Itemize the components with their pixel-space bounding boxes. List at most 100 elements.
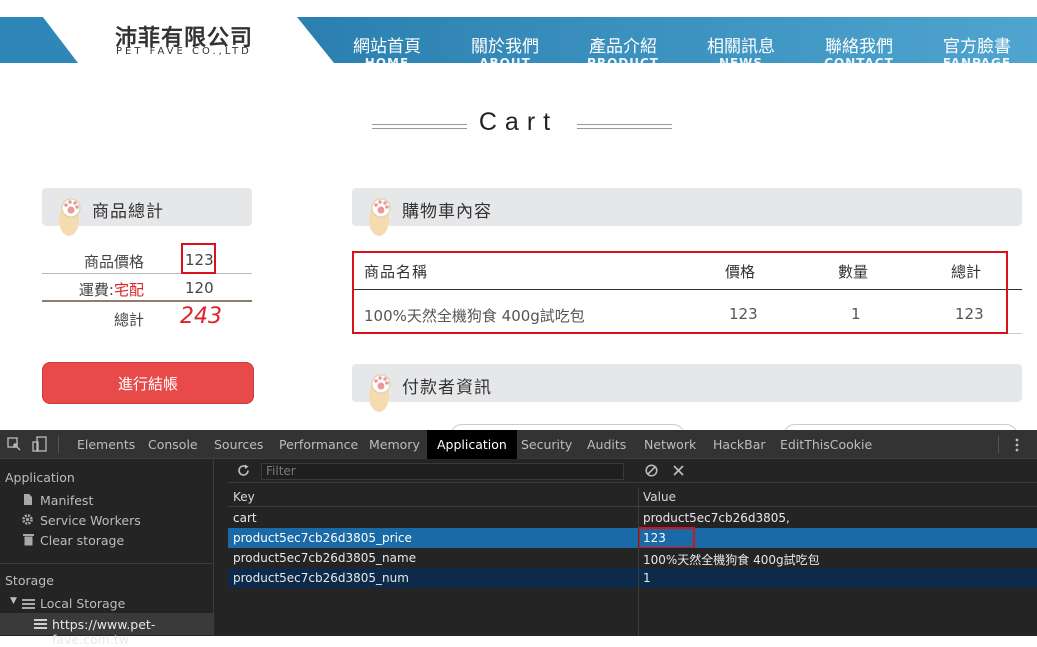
- value-header[interactable]: Value: [643, 490, 676, 504]
- delete-icon[interactable]: [673, 465, 684, 476]
- nav-about[interactable]: 關於我們 ABOUT: [455, 37, 555, 70]
- sidebar-item-clear-storage[interactable]: Clear storage: [40, 533, 124, 548]
- highlight-box-price: [181, 243, 216, 274]
- row-key: product5ec7cb26d3805_name: [233, 551, 417, 565]
- row-key: product5ec7cb26d3805_price: [233, 531, 412, 545]
- sidebar-heading-storage: Storage: [5, 573, 54, 588]
- table-row[interactable]: product5ec7cb26d3805_num 1: [228, 568, 1037, 588]
- tab-separator: [58, 436, 59, 453]
- shipping-method: 宅配: [113, 281, 144, 299]
- total-label: 總計: [113, 311, 144, 329]
- table-row[interactable]: cart product5ec7cb26d3805,: [228, 508, 1037, 528]
- paw-icon: [369, 198, 391, 236]
- nav-fanpage[interactable]: 官方臉書 FANPAGE: [927, 37, 1027, 70]
- page-title-text: Cart: [478, 108, 559, 136]
- storage-grid-icon: [22, 599, 35, 609]
- cart-heading: 購物車內容: [352, 188, 1022, 236]
- shipping-label: 運費:宅配: [79, 279, 144, 300]
- expand-triangle-icon[interactable]: ▼: [10, 596, 17, 606]
- sidebar-heading-application: Application: [5, 470, 75, 485]
- summary-shipping-row: 運費:宅配 120: [42, 274, 252, 302]
- main-nav: 網站首頁 HOME 關於我們 ABOUT 產品介紹 PRODUCT 相關訊息 NEWS …: [297, 17, 1037, 63]
- tab-network[interactable]: Network: [644, 437, 696, 452]
- sidebar-divider: [0, 563, 213, 564]
- row-key: cart: [233, 511, 257, 525]
- tab-hackbar[interactable]: HackBar: [713, 437, 766, 452]
- row-value: 100%天然全機狗食 400g試吃包: [643, 553, 820, 567]
- inspect-icon[interactable]: [7, 437, 21, 451]
- title-line-right: [577, 124, 672, 129]
- storage-toolbar: Filter: [228, 459, 1037, 483]
- devtools-tabbar: Elements Console Sources Performance Mem…: [0, 430, 1037, 459]
- row-value: 1: [643, 571, 651, 585]
- nav-home[interactable]: 網站首頁 HOME: [337, 37, 437, 63]
- tab-application[interactable]: Application: [427, 430, 517, 459]
- nav-contact-cn: 聯絡我們: [825, 37, 893, 57]
- summary-price-row: 商品價格 123: [42, 246, 252, 274]
- tab-elements[interactable]: Elements: [77, 437, 135, 452]
- cart-heading-text: 購物車內容: [402, 202, 492, 222]
- summary-total-row: 總計 243: [42, 304, 252, 332]
- sidebar-item-manifest[interactable]: Manifest: [40, 493, 93, 508]
- tab-separator: [998, 436, 999, 453]
- shipping-value: 120: [185, 279, 214, 297]
- devtools-panel: Elements Console Sources Performance Mem…: [0, 430, 1037, 647]
- nav-product[interactable]: 產品介紹 PRODUCT: [573, 37, 673, 70]
- nav-news[interactable]: 相關訊息 NEWS: [691, 37, 791, 70]
- column-divider[interactable]: [638, 487, 639, 636]
- more-menu-icon[interactable]: [1012, 438, 1022, 452]
- payer-heading-text: 付款者資訊: [402, 378, 492, 398]
- site-header: 沛菲有限公司 PET FAVE CO.,LTD 網站首頁 HOME 關於我們 ABO…: [0, 0, 1037, 63]
- payer-heading: 付款者資訊: [352, 364, 1022, 412]
- refresh-icon[interactable]: [237, 464, 250, 477]
- tab-performance[interactable]: Performance: [279, 437, 358, 452]
- header-decoration: [0, 17, 78, 63]
- tab-editthiscookie[interactable]: EditThisCookie: [780, 437, 872, 452]
- paw-icon: [369, 374, 391, 412]
- table-row[interactable]: product5ec7cb26d3805_name 100%天然全機狗食 400…: [228, 548, 1037, 568]
- highlight-box-storage-price: [638, 527, 695, 549]
- shipping-label-text: 運費:: [78, 281, 114, 299]
- nav-product-cn: 產品介紹: [589, 37, 657, 57]
- total-value: 243: [180, 304, 222, 329]
- gear-icon: [22, 514, 33, 525]
- nav-about-cn: 關於我們: [471, 37, 539, 57]
- price-label: 商品價格: [83, 253, 144, 271]
- filter-input[interactable]: Filter: [261, 463, 624, 480]
- sidebar-item-local-storage[interactable]: Local Storage: [40, 596, 125, 611]
- tab-security[interactable]: Security: [521, 437, 572, 452]
- clear-all-icon[interactable]: [645, 464, 658, 477]
- tab-sources[interactable]: Sources: [214, 437, 263, 452]
- tab-console[interactable]: Console: [148, 437, 198, 452]
- nav-home-cn: 網站首頁: [353, 37, 421, 57]
- storage-table-header: Key Value: [228, 487, 1037, 507]
- nav-fanpage-cn: 官方臉書: [943, 37, 1011, 57]
- checkout-button[interactable]: 進行結帳: [42, 362, 254, 404]
- tab-audits[interactable]: Audits: [587, 437, 626, 452]
- device-toggle-icon[interactable]: [32, 436, 48, 452]
- summary-heading: 商品總計: [42, 188, 252, 236]
- logo-english[interactable]: PET FAVE CO.,LTD: [116, 46, 252, 57]
- table-row-selected[interactable]: product5ec7cb26d3805_price 123: [228, 528, 1037, 548]
- nav-contact[interactable]: 聯絡我們 CONTACT: [809, 37, 909, 70]
- row-value: product5ec7cb26d3805,: [643, 511, 790, 525]
- nav-product-en: PRODUCT: [587, 56, 659, 70]
- nav-contact-en: CONTACT: [824, 56, 894, 70]
- tab-memory[interactable]: Memory: [369, 437, 420, 452]
- storage-grid-icon: [34, 619, 47, 629]
- nav-news-cn: 相關訊息: [707, 37, 775, 57]
- trash-icon: [23, 534, 34, 546]
- storage-view: Filter Key Value cart product5ec7cb26d38…: [228, 459, 1037, 636]
- nav-fanpage-en: FANPAGE: [942, 56, 1012, 70]
- nav-about-en: ABOUT: [479, 56, 531, 70]
- paw-icon: [59, 198, 81, 236]
- nav-news-en: NEWS: [718, 56, 764, 70]
- highlight-box-cart: [352, 251, 1008, 334]
- row-key: product5ec7cb26d3805_num: [233, 571, 409, 585]
- sidebar-item-origin[interactable]: https://www.pet-fave.com.tw: [52, 617, 213, 647]
- webpage: 沛菲有限公司 PET FAVE CO.,LTD 網站首頁 HOME 關於我們 ABO…: [0, 0, 1037, 430]
- key-header[interactable]: Key: [233, 490, 255, 504]
- page-title: Cart: [0, 108, 1037, 137]
- sidebar-item-service-workers[interactable]: Service Workers: [40, 513, 141, 528]
- manifest-icon: [24, 494, 32, 505]
